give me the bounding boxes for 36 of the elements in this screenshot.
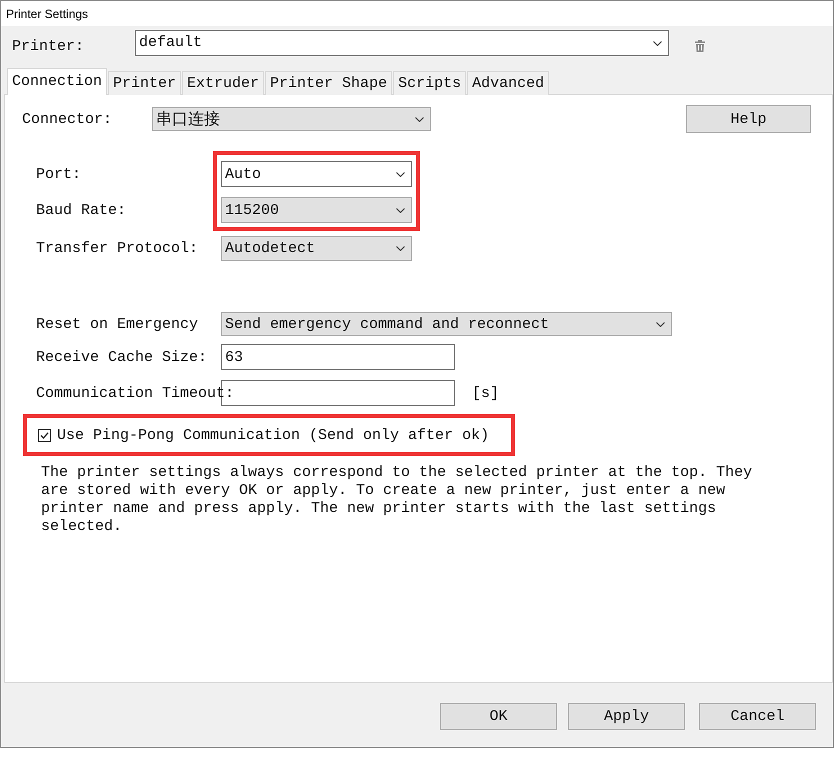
tab[interactable]: Printer Shape [265,71,392,95]
dialog-button[interactable]: Cancel [699,703,816,730]
unit-label: [s] [472,384,500,402]
dialog-button[interactable]: OK [440,703,557,730]
field-label: Port: [36,164,82,184]
checkbox-label: Use Ping-Pong Communication (Send only after ok) [57,426,490,444]
tab[interactable]: Printer [108,71,182,95]
dropdown[interactable]: Auto [221,161,412,187]
tab[interactable]: Extruder [182,71,264,95]
dropdown[interactable]: 115200 [221,197,412,223]
chevron-down-icon [656,322,665,326]
printer-dropdown[interactable]: default [135,30,669,56]
trash-icon[interactable] [695,40,705,52]
connector-label: Connector: [22,110,114,128]
chevron-down-icon [396,246,405,251]
tab[interactable]: Scripts [393,71,466,95]
help-button[interactable]: Help [686,105,811,133]
chevron-down-icon [396,172,405,176]
chevron-down-icon [653,41,662,46]
cache-size-input[interactable]: 63 [221,344,455,370]
field-label: Baud Rate: [36,200,126,220]
chevron-down-icon [396,208,405,212]
printer-label: Printer: [12,36,86,54]
field-label: Transfer Protocol: [36,240,198,257]
transfer-protocol-dropdown[interactable]: Autodetect [221,236,412,261]
tab[interactable]: Advanced [467,71,550,95]
reset-dropdown[interactable]: Send emergency command and reconnect [221,312,672,336]
field-label: Receive Cache Size: [36,348,208,366]
tab[interactable]: Connection [7,68,108,95]
checkbox[interactable] [38,428,51,442]
dialog-button[interactable]: Apply [568,703,685,730]
field-label: Reset on Emergency [36,316,198,332]
connector-dropdown[interactable]: 串口连接 [152,107,431,131]
info-text: The printer settings always correspond to the selected printer at the top. They are stored with every OK or apply. To create a new printer, just enter a new printer name and press apply. The new printer starts with the last settings selected. [41,464,754,536]
chevron-down-icon [415,116,424,122]
window-title: Printer Settings [6,6,88,20]
